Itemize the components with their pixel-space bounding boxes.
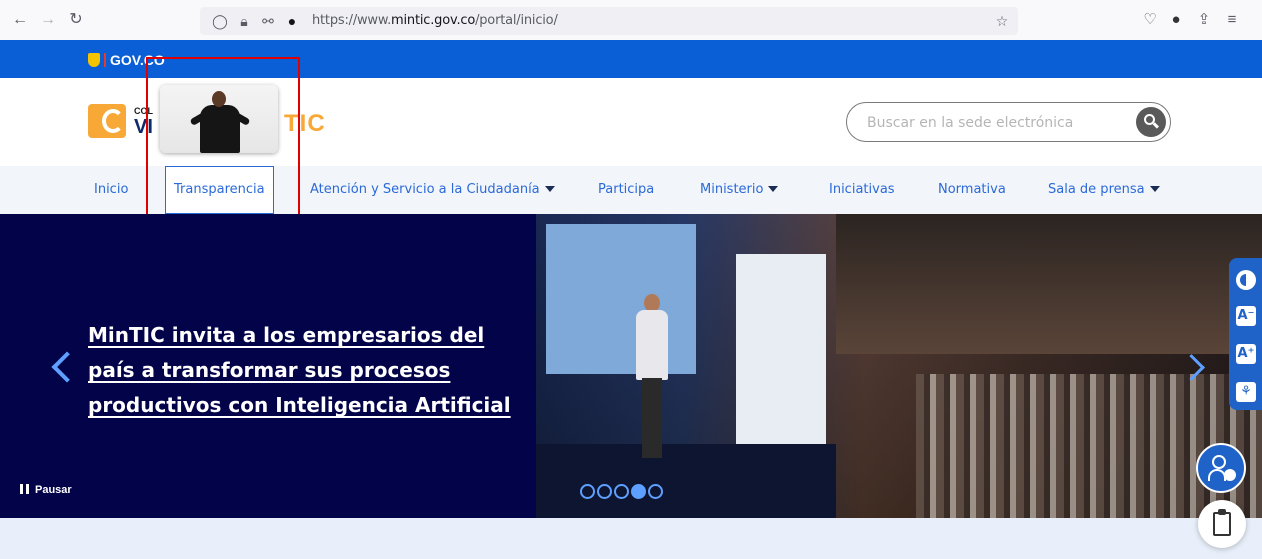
- hero-title-link[interactable]: MinTIC invita a los empresarios del país…: [88, 318, 518, 423]
- carousel-prev-button[interactable]: [50, 350, 70, 386]
- url-text[interactable]: https://www.mintic.gov.co/portal/inicio/: [312, 13, 558, 28]
- carousel-next-button[interactable]: [1184, 354, 1204, 390]
- hero-image: [536, 214, 1262, 518]
- hero-carousel: MinTIC invita a los empresarios del país…: [0, 214, 1262, 518]
- carousel-dot[interactable]: [597, 484, 612, 499]
- main-menu: Inicio Transparencia Atención y Servicio…: [0, 166, 1262, 214]
- menu-item-sala-de-prensa[interactable]: Sala de prensa: [1048, 166, 1160, 214]
- menu-item-inicio[interactable]: Inicio: [94, 166, 128, 214]
- sign-language-video[interactable]: [160, 85, 278, 153]
- pause-icon: [20, 484, 29, 494]
- menu-item-normativa[interactable]: Normativa: [938, 166, 1006, 214]
- carousel-dot-active[interactable]: [631, 484, 646, 499]
- brand-small-text: COL: [134, 106, 153, 116]
- chat-bubble-icon: [1224, 469, 1236, 481]
- gov-flag-bar: [104, 53, 106, 67]
- pocket-icon[interactable]: ♡: [1140, 10, 1160, 30]
- browser-toolbar: ← → ↻ ◯ 🔒︎ ⚯ ● https://www.mintic.gov.co…: [0, 0, 1262, 40]
- speaker-figure: [632, 294, 672, 464]
- search-box: [846, 102, 1171, 142]
- mintic-logo-mark: [88, 104, 128, 138]
- clipboard-icon: [1213, 512, 1231, 536]
- accessibility-toolbar: A⁻ A⁺ ⚘: [1229, 258, 1262, 410]
- chevron-down-icon: [768, 186, 779, 192]
- search-button[interactable]: [1136, 107, 1166, 137]
- bookmark-star-icon[interactable]: ☆: [992, 11, 1012, 31]
- gov-logo-text: GOV.CO: [110, 52, 165, 68]
- menu-item-iniciativas[interactable]: Iniciativas: [829, 166, 895, 214]
- pause-button[interactable]: Pausar: [20, 484, 72, 496]
- carousel-dot[interactable]: [580, 484, 595, 499]
- carousel-indicators: [580, 484, 665, 500]
- menu-icon[interactable]: ≡: [1222, 10, 1242, 30]
- permissions-icon[interactable]: ⚯: [258, 11, 278, 31]
- site-icon: ●: [287, 13, 297, 29]
- shield-icon[interactable]: ◯: [210, 11, 230, 31]
- menu-item-ministerio[interactable]: Ministerio: [700, 166, 779, 214]
- search-input[interactable]: [867, 113, 1117, 133]
- carousel-dot[interactable]: [614, 484, 629, 499]
- back-icon[interactable]: ←: [10, 10, 30, 30]
- sign-language-icon[interactable]: ⚘: [1236, 382, 1256, 402]
- reload-icon[interactable]: ↻: [66, 10, 86, 30]
- forward-icon[interactable]: →: [38, 10, 58, 30]
- menu-item-transparencia[interactable]: Transparencia: [165, 166, 274, 214]
- gov-shield-icon: [88, 53, 100, 67]
- lock-icon[interactable]: 🔒︎: [234, 11, 254, 31]
- brand-big-text: VI: [134, 116, 153, 138]
- contrast-icon[interactable]: [1236, 270, 1256, 290]
- content-section: [0, 518, 1262, 559]
- account-icon[interactable]: ●: [1166, 10, 1186, 30]
- menu-item-atencion[interactable]: Atención y Servicio a la Ciudadanía: [310, 166, 555, 214]
- chevron-down-icon: [544, 186, 555, 192]
- clipboard-button[interactable]: [1198, 500, 1246, 548]
- interpreter-figure: [200, 105, 240, 153]
- brand-tic-text: TIC: [284, 110, 326, 137]
- menu-item-participa[interactable]: Participa: [598, 166, 654, 214]
- chevron-down-icon: [1149, 186, 1160, 192]
- share-icon[interactable]: ⇪: [1194, 10, 1214, 30]
- url-bar[interactable]: ◯ 🔒︎ ⚯ ● https://www.mintic.gov.co/porta…: [200, 7, 1018, 35]
- font-increase-button[interactable]: A⁺: [1236, 344, 1256, 364]
- stage-screen: [546, 224, 696, 374]
- gov-bar: GOV.CO: [0, 40, 1262, 78]
- gov-co-logo[interactable]: GOV.CO: [88, 52, 165, 68]
- carousel-dot[interactable]: [648, 484, 663, 499]
- sponsor-wall: [736, 254, 826, 444]
- font-decrease-button[interactable]: A⁻: [1236, 306, 1256, 326]
- help-chat-button[interactable]: [1196, 443, 1246, 493]
